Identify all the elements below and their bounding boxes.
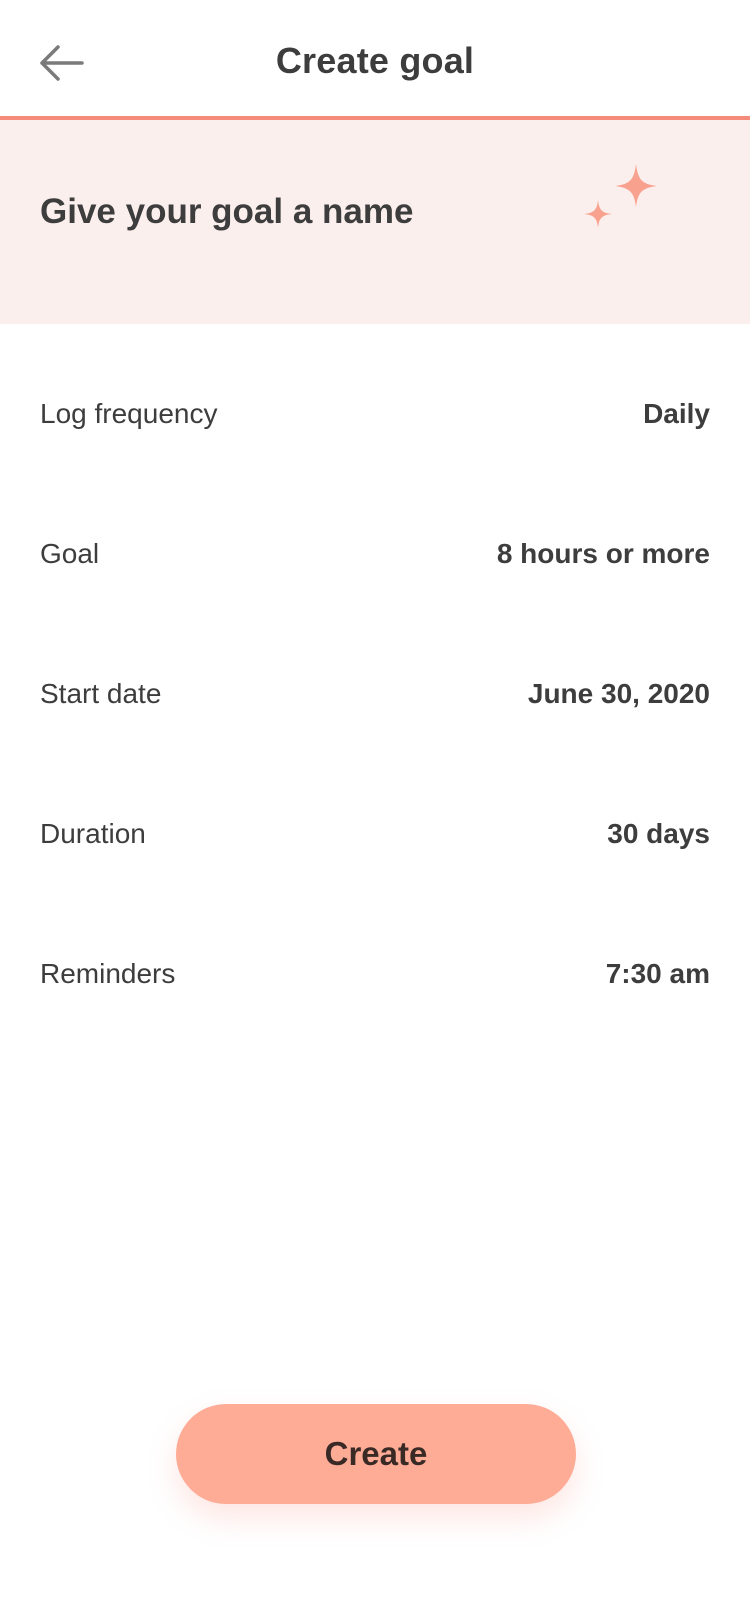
goal-row[interactable]: Goal 8 hours or more — [0, 484, 750, 624]
create-button[interactable]: Create — [176, 1404, 576, 1504]
goal-name-field[interactable]: Give your goal a name — [0, 120, 750, 324]
duration-row[interactable]: Duration 30 days — [0, 764, 750, 904]
start-date-label: Start date — [40, 678, 162, 709]
log-frequency-value: Daily — [643, 398, 710, 429]
log-frequency-row[interactable]: Log frequency Daily — [0, 344, 750, 484]
goal-value: 8 hours or more — [496, 538, 710, 569]
create-goal-screen: Create goal Give your goal a name Log fr… — [0, 0, 750, 1624]
duration-value: 30 days — [607, 818, 710, 849]
goal-label: Goal — [40, 538, 100, 569]
start-date-value: June 30, 2020 — [527, 678, 710, 709]
log-frequency-label: Log frequency — [40, 398, 218, 429]
moon-stars-icon — [580, 164, 720, 284]
goal-name-placeholder: Give your goal a name — [40, 192, 414, 231]
reminders-row[interactable]: Reminders 7:30 am — [0, 904, 750, 1044]
reminders-label: Reminders — [40, 958, 176, 989]
reminders-value: 7:30 am — [605, 958, 710, 989]
duration-label: Duration — [40, 818, 146, 849]
top-app-bar: Create goal — [0, 0, 750, 120]
start-date-row[interactable]: Start date June 30, 2020 — [0, 624, 750, 764]
page-title: Create goal — [275, 40, 475, 81]
create-button-label: Create — [324, 1435, 428, 1472]
